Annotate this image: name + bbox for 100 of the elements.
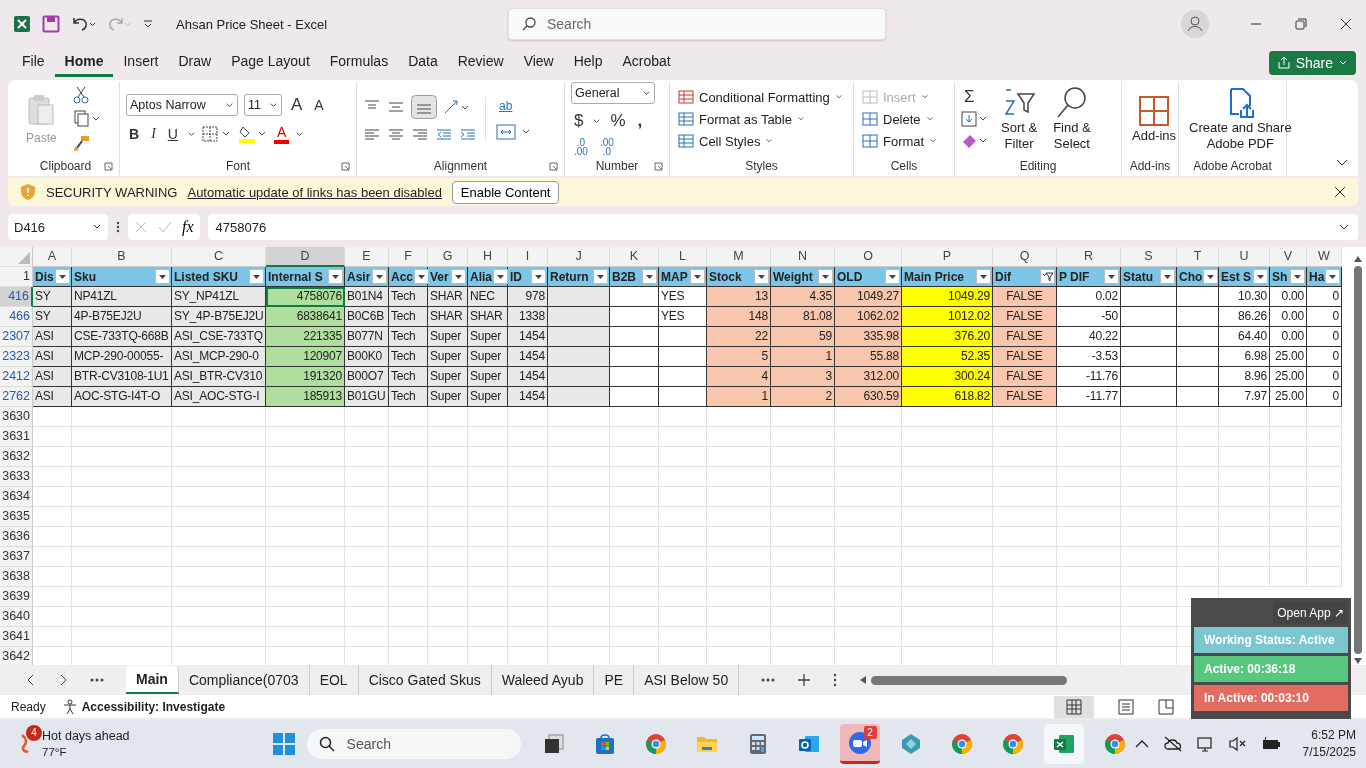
- ribbon-tab[interactable]: Insert: [113, 49, 169, 77]
- sheet-tab[interactable]: Main: [126, 666, 179, 694]
- accessibility-status[interactable]: Accessibility: Investigate: [81, 699, 226, 714]
- warning-link[interactable]: Automatic update of links has been disabled: [187, 184, 442, 200]
- network-icon[interactable]: [1196, 735, 1215, 753]
- next-sheet-icon[interactable]: [58, 674, 68, 686]
- filter-dropdown-icon[interactable]: [1040, 269, 1055, 284]
- copy-icon[interactable]: [72, 110, 101, 128]
- previous-sheet-icon[interactable]: [26, 674, 36, 686]
- clock-time[interactable]: 6:52 PM: [1311, 727, 1356, 744]
- orientation-icon[interactable]: [443, 99, 471, 115]
- align-center-icon[interactable]: [387, 127, 405, 143]
- caret-icon[interactable]: [592, 116, 602, 126]
- filter-dropdown-icon[interactable]: [249, 269, 264, 284]
- bold-button[interactable]: B: [126, 125, 143, 143]
- number-format-dropdown[interactable]: General: [571, 82, 655, 104]
- battery-icon[interactable]: [1260, 736, 1281, 752]
- row-number[interactable]: 2307: [0, 327, 33, 347]
- filter-dropdown-icon[interactable]: [1253, 269, 1268, 284]
- editing-button[interactable]: Find & Select: [1049, 86, 1095, 152]
- row-number[interactable]: 3641: [0, 627, 33, 647]
- spreadsheet-button[interactable]: [1043, 724, 1084, 764]
- page-break-icon[interactable]: [1158, 698, 1174, 715]
- row-number[interactable]: 3642: [0, 647, 33, 665]
- page-layout-icon[interactable]: [1118, 698, 1134, 715]
- caret-icon[interactable]: [186, 129, 196, 139]
- row-number[interactable]: 3638: [0, 567, 33, 587]
- column-header[interactable]: I: [508, 247, 548, 267]
- column-header[interactable]: W: [1307, 247, 1342, 267]
- column-header[interactable]: H: [468, 247, 508, 267]
- wrap-text-button[interactable]: ab: [496, 97, 516, 115]
- format-painter-icon[interactable]: [72, 134, 91, 152]
- filter-dropdown-icon[interactable]: [885, 269, 900, 284]
- row-number[interactable]: 3633: [0, 467, 33, 487]
- ribbon-tab[interactable]: Draw: [168, 49, 222, 77]
- filter-dropdown-icon[interactable]: [976, 269, 991, 284]
- column-header[interactable]: U: [1219, 247, 1270, 267]
- styles-menu-button[interactable]: Conditional Formatting: [676, 88, 845, 106]
- filter-dropdown-icon[interactable]: [1160, 269, 1175, 284]
- italic-button[interactable]: I: [148, 125, 159, 143]
- column-header[interactable]: L: [659, 247, 707, 267]
- filter-dropdown-icon[interactable]: [155, 269, 170, 284]
- fill-color-icon[interactable]: [237, 125, 268, 143]
- scroll-up-icon[interactable]: [1353, 255, 1363, 263]
- row-number[interactable]: 3630: [0, 407, 33, 427]
- ribbon-tab[interactable]: View: [513, 49, 564, 77]
- row-number[interactable]: 2412: [0, 367, 33, 387]
- filter-dropdown-icon[interactable]: [642, 269, 657, 284]
- undo-icon[interactable]: [70, 15, 96, 33]
- formula-input[interactable]: 4758076: [207, 214, 1358, 240]
- underline-button[interactable]: U: [164, 125, 181, 143]
- save-icon[interactable]: [42, 15, 60, 33]
- column-header[interactable]: G: [428, 247, 468, 267]
- currency-button[interactable]: $: [571, 112, 587, 130]
- more-sheets-icon[interactable]: [761, 678, 776, 682]
- column-header[interactable]: B: [72, 247, 172, 267]
- merge-center-icon[interactable]: [496, 123, 532, 141]
- filter-dropdown-icon[interactable]: [1290, 269, 1305, 284]
- weather-title[interactable]: Hot days ahead: [42, 728, 130, 744]
- close-icon[interactable]: [1340, 18, 1352, 30]
- align-right-icon[interactable]: [411, 127, 429, 143]
- accessibility-icon[interactable]: [61, 698, 78, 715]
- restore-icon[interactable]: [1295, 18, 1307, 30]
- font-size-dropdown[interactable]: 11: [244, 94, 282, 116]
- column-header[interactable]: S: [1121, 247, 1177, 267]
- decrease-decimal-button[interactable]: .00 .0: [596, 138, 617, 156]
- column-header[interactable]: J: [548, 247, 610, 267]
- row-number[interactable]: 466: [0, 307, 33, 327]
- cells-menu-button[interactable]: Delete: [860, 110, 936, 128]
- dialog-launcher-icon[interactable]: [341, 162, 350, 171]
- column-header[interactable]: M: [707, 247, 771, 267]
- dialog-launcher-icon[interactable]: [654, 162, 663, 171]
- font-name-dropdown[interactable]: Aptos Narrow: [126, 94, 238, 116]
- ribbon-tab[interactable]: Page Layout: [221, 49, 320, 77]
- row-number[interactable]: 1: [0, 267, 33, 287]
- column-header[interactable]: D: [266, 247, 345, 267]
- dialog-launcher-icon[interactable]: [549, 162, 558, 171]
- scroll-left-icon[interactable]: [859, 675, 868, 685]
- volume-muted-icon[interactable]: [1228, 736, 1247, 752]
- column-header[interactable]: V: [1270, 247, 1307, 267]
- column-header[interactable]: C: [172, 247, 266, 267]
- autosum-button[interactable]: Σ: [961, 88, 978, 106]
- video-meeting-button[interactable]: 2: [839, 724, 880, 764]
- open-app-button[interactable]: Open App ↗: [1273, 601, 1348, 624]
- row-number[interactable]: 3634: [0, 487, 33, 507]
- filter-dropdown-icon[interactable]: [531, 269, 546, 284]
- row-number[interactable]: 416: [0, 287, 33, 307]
- close-icon[interactable]: [1334, 186, 1346, 198]
- middle-align-icon[interactable]: [387, 99, 405, 115]
- column-header[interactable]: P: [902, 247, 993, 267]
- percent-button[interactable]: %: [607, 112, 629, 130]
- search-field[interactable]: Search: [508, 8, 886, 40]
- filter-dropdown-icon[interactable]: [328, 269, 343, 284]
- ribbon-tab[interactable]: Home: [54, 49, 114, 77]
- taskbar-search-field[interactable]: Search: [306, 729, 521, 759]
- cut-icon[interactable]: [72, 86, 89, 104]
- row-number[interactable]: 3631: [0, 427, 33, 447]
- row-number[interactable]: 2762: [0, 387, 33, 407]
- column-header[interactable]: F: [389, 247, 428, 267]
- caret-icon[interactable]: [295, 129, 305, 139]
